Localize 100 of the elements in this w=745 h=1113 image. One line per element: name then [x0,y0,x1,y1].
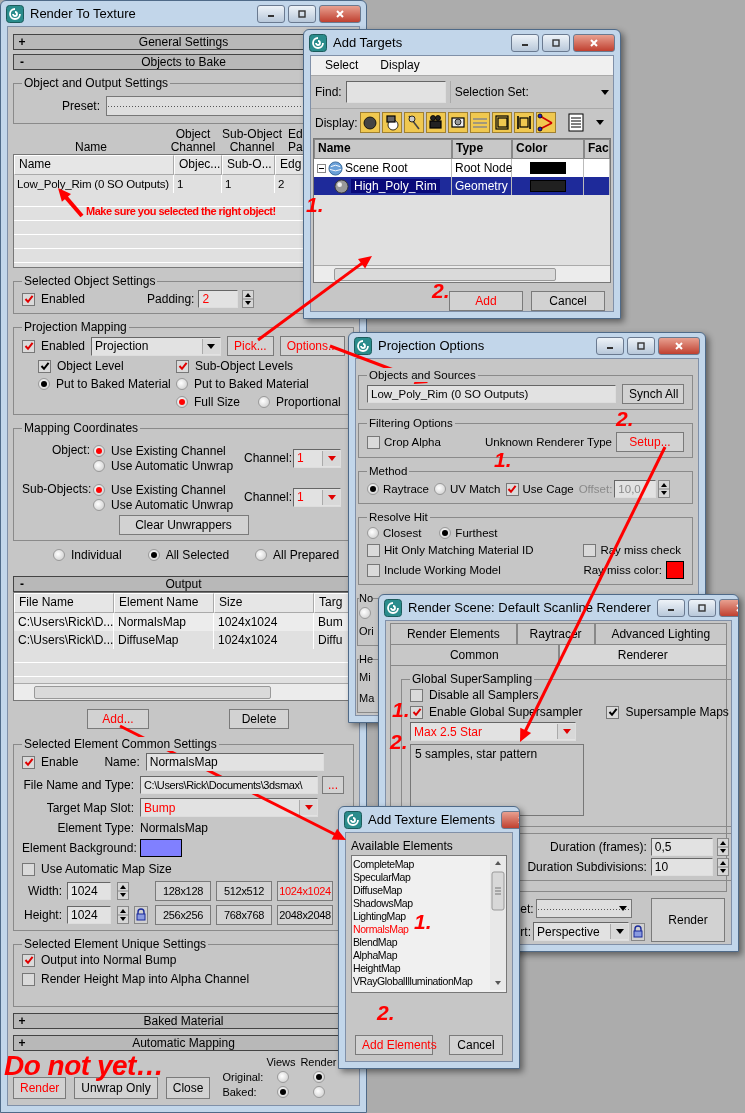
annotation: 1. [306,194,324,215]
group-label: Selected Element Unique Settings [23,937,208,951]
list-item[interactable]: SpecularMap [353,871,411,884]
rollout-title: Automatic Mapping [132,1036,235,1050]
checkbox-label: Crop Alpha [384,435,441,449]
radio-label: Use Automatic Unwrap [111,458,234,473]
column-header[interactable]: Size [214,593,314,613]
group-label: Objects and Sources [367,368,478,382]
field-label: Mi [359,670,371,685]
button[interactable]: Synch All [622,384,684,404]
field-label: Offset: [578,482,613,496]
group-label: Selected Element Common Settings [22,737,219,751]
column-header[interactable]: File Name [14,593,114,613]
field-label: Name: [104,755,140,769]
button[interactable]: Delete [229,709,289,729]
list-item[interactable]: DiffuseMap [353,884,402,897]
button[interactable]: 2048x2048 [277,905,333,925]
list-item[interactable]: ShadowsMap [353,897,413,910]
radio-label: All Prepared [273,548,340,562]
annotation: 2. [616,408,634,429]
column-header[interactable]: Fac [584,139,610,159]
checkbox-label: Supersample Maps [625,705,729,719]
column-header[interactable]: Element Name [114,593,214,613]
field-label: Ma [359,691,375,706]
group-label: Filtering Options [368,416,454,430]
field-label: Padding: [147,292,195,306]
node-name: High_Poly_Rim [351,179,440,193]
rollout-sign: - [19,55,25,69]
viewport-dropdown[interactable]: Perspective [533,922,629,941]
list-label: Available Elements [351,839,454,853]
column-header[interactable]: Color [512,139,584,159]
field-label: Baked: [222,1085,258,1099]
rollout-sign: + [17,1036,27,1050]
tree-row[interactable]: Scene Root Root Node [314,159,610,177]
button[interactable]: Render [651,898,725,942]
radio-label: Use Existing Channel [111,443,226,458]
tab[interactable]: Renderer [558,644,727,665]
table-cell: 1024x1024 [214,613,314,631]
column-heading: Ed Pa [287,128,303,154]
width-field[interactable]: 1024 [67,882,111,900]
button[interactable]: 512x512 [216,881,272,901]
checkbox-label: Enabled [41,292,86,306]
field-label: Element Type: [56,821,134,835]
field-label: Display: [315,115,358,130]
group-label: He [359,652,374,666]
column-header[interactable]: Name [314,139,452,159]
name-field[interactable]: NormalsMap [145,753,324,771]
object-field[interactable]: Low_Poly_Rim (0 SO Outputs) [367,385,616,403]
button[interactable]: 256x256 [155,905,211,925]
rollout-title: Output [165,577,202,591]
field-label: File Name and Type: [22,778,134,792]
checkbox-label: Sub-Object Levels [195,359,294,373]
field-label: Find: [315,85,342,100]
button[interactable]: 768x768 [216,905,272,925]
radio-label: Use Existing Channel [111,482,226,497]
tab[interactable]: Advanced Lighting [594,623,727,644]
column-header[interactable]: Objec... [174,155,222,175]
list-item[interactable]: BlendMap [353,936,398,949]
column-heading: Sub-Object Channel [221,128,283,154]
tab[interactable]: Common [390,644,559,665]
column-heading: Object Channel [169,128,217,154]
checkbox-label: Output into Normal Bump [41,953,177,967]
selection-set-dropdown[interactable]: Selection Set: [449,81,609,104]
list-item[interactable]: AlphaMap [353,949,398,962]
duration-field[interactable]: 0,5 [650,838,713,856]
button[interactable]: Close [165,1077,211,1099]
checkbox-label: Enabled [41,339,86,353]
node-name: Scene Root [345,161,408,175]
radio-label: Put to Baked Material [194,377,309,391]
projection-dropdown[interactable]: Projection [91,336,221,356]
duration-field[interactable]: 10 [650,858,713,876]
list-item[interactable]: HeightMap [353,962,401,975]
annotation: 1. [392,699,410,720]
list-item[interactable]: NormalsMap [353,923,409,936]
menu-item[interactable]: Display [380,58,420,73]
tab[interactable]: Render Elements [390,623,517,644]
field-label: Ray miss color: [583,563,662,577]
height-field[interactable]: 1024 [67,906,111,924]
radio-label: All Selected [165,548,230,562]
field-label: Height: [22,908,62,922]
field-label: Original: [222,1070,265,1084]
field-label: Width: [27,884,62,898]
column-header[interactable]: Sub-O... [222,155,275,175]
tree-row[interactable]: High_Poly_Rim Geometry [314,177,610,195]
file-field[interactable]: C:\Users\Rick\Documents\3dsmax\ [140,776,318,794]
column-header[interactable]: Name [14,155,174,175]
rollout-title: General Settings [138,35,229,49]
list-item[interactable]: VRayGlobalIlluminationMap [353,975,473,988]
button[interactable]: Cancel [531,291,605,311]
column-header[interactable]: Type [452,139,512,159]
field-label: Target Map Slot: [45,800,134,815]
radio-label: Proportional [276,395,341,409]
column-heading: Views [266,1055,297,1069]
group-label: Global SuperSampling [411,672,534,686]
checkbox-label: Include Working Model [384,563,501,577]
list-item[interactable]: CompleteMap [353,858,414,871]
button[interactable]: Cancel [449,1035,503,1055]
button[interactable]: 128x128 [155,881,211,901]
button[interactable]: Clear Unwrappers [118,515,249,535]
list-item[interactable]: LightingMap [353,910,406,923]
